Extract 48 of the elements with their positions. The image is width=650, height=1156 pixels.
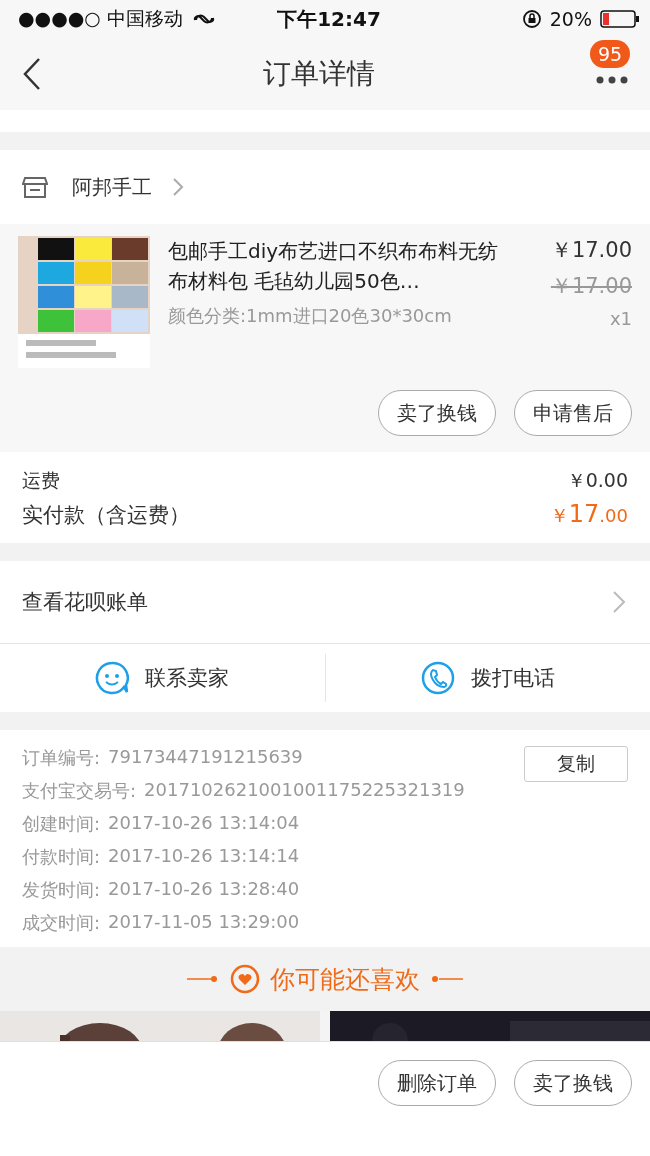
total-label: 实付款（含运费） [22, 501, 190, 529]
original-price: ￥17.00 [550, 273, 632, 300]
info-label: 付款时间: [22, 845, 101, 869]
chevron-right-icon [612, 590, 626, 614]
section-title: 你可能还喜欢 [270, 963, 420, 996]
carrier-text: ●●●●○ 中国移动 [18, 6, 183, 31]
row-label: 查看花呗账单 [22, 589, 148, 616]
chevron-right-icon [172, 177, 184, 197]
dot-line-icon [186, 975, 220, 983]
list-row[interactable]: 查看花呗账单 [0, 561, 650, 644]
back-icon [22, 57, 42, 91]
info-value: 2017-10-26 13:28:40 [108, 878, 300, 901]
shipping-fee: ￥0.00 [566, 468, 628, 493]
action-button[interactable]: 卖了换钱 [378, 390, 496, 436]
info-label: 成交时间: [22, 911, 101, 935]
battery-percent: 20% [549, 8, 592, 30]
info-value: 2017-11-05 13:29:00 [108, 911, 300, 934]
chat-face-icon [95, 661, 130, 695]
info-label: 发货时间: [22, 878, 101, 902]
product-title[interactable]: 包邮手工diy布艺进口不织布布料无纺布材料包 毛毡幼儿园50色… [168, 236, 517, 296]
product-variant: 颜色分类:1mm进口20色30*30cm [168, 304, 453, 328]
phone-icon [420, 661, 455, 695]
copy-button[interactable]: 复制 [524, 746, 628, 782]
info-label: 订单编号: [22, 746, 101, 770]
shop-icon [22, 175, 48, 199]
more-icon [596, 76, 628, 84]
action-button[interactable]: 删除订单 [378, 1060, 496, 1106]
info-value: 79173447191215639 [108, 746, 303, 769]
total-amount: ￥17.00 [549, 500, 628, 529]
dot-line-icon [430, 975, 464, 983]
info-label: 创建时间: [22, 812, 101, 836]
quantity-text: x1 [609, 308, 632, 329]
battery-icon [600, 10, 640, 28]
clock-text: 下午12:47 [277, 5, 381, 33]
shipping-label: 运费 [22, 468, 60, 493]
contact-button[interactable]: 拨打电话 [324, 654, 650, 702]
product-price: ￥17.00 [550, 237, 632, 264]
action-button[interactable]: 申请售后 [514, 390, 632, 436]
shop-name[interactable]: 阿邦手工 [72, 173, 152, 201]
info-value: 2017-10-26 13:14:14 [108, 845, 300, 868]
page-title: 订单详情 [263, 56, 375, 92]
info-value: 2017102621001001175225321319 [144, 779, 465, 802]
action-button[interactable]: 卖了换钱 [514, 1060, 632, 1106]
info-value: 2017-10-26 13:14:04 [108, 812, 300, 835]
notification-badge: 95 [590, 40, 631, 68]
info-label: 支付宝交易号: [22, 779, 137, 803]
rotation-lock-icon [521, 9, 542, 29]
contact-button[interactable]: 联系卖家 [0, 654, 325, 702]
